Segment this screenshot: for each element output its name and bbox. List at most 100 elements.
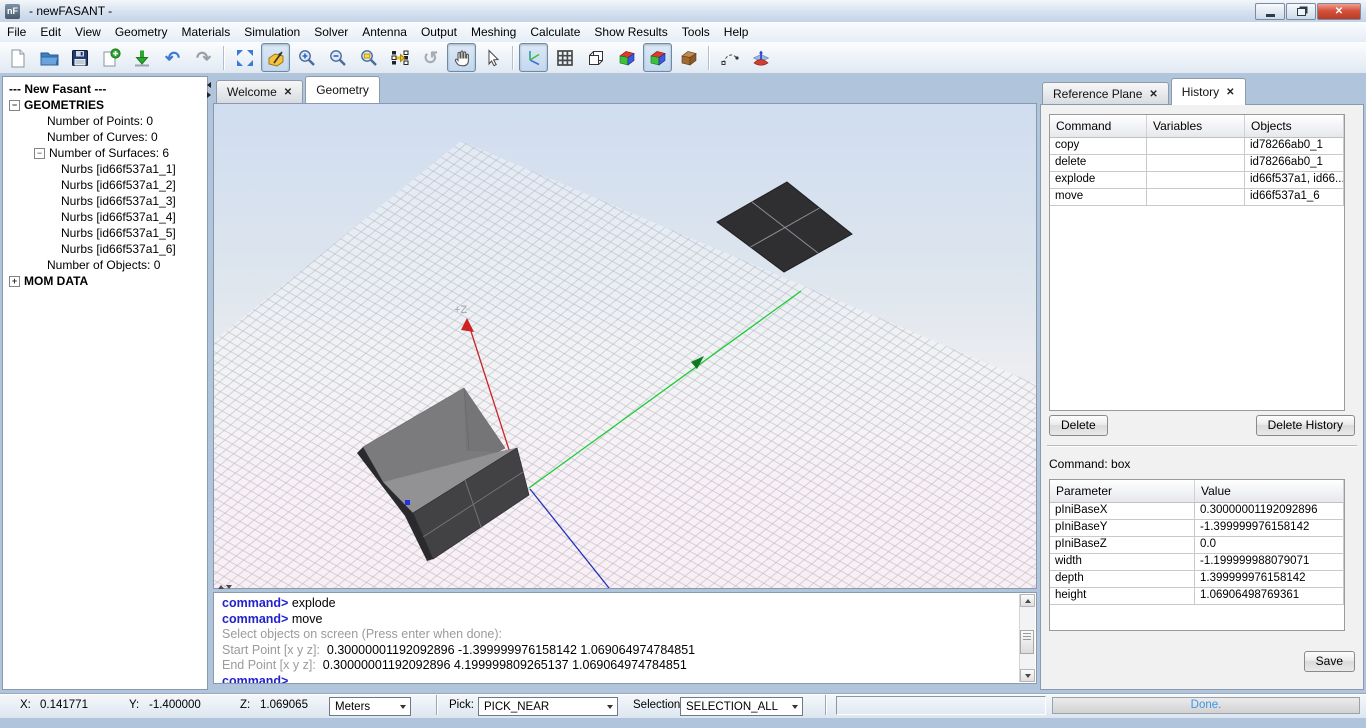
console-prompt-line[interactable]: command> (222, 674, 1016, 685)
tree-nurbs-6[interactable]: Nurbs [id66f537a1_6] (3, 241, 207, 257)
history-row-delete[interactable]: deleteid78266ab0_1 (1050, 155, 1344, 172)
grid-button[interactable] (550, 43, 579, 72)
redo-button[interactable]: ↷ (189, 43, 218, 72)
expand-icon[interactable]: + (9, 276, 20, 287)
menu-calculate[interactable]: Calculate (523, 23, 587, 41)
tree-nurbs-3[interactable]: Nurbs [id66f537a1_3] (3, 193, 207, 209)
open-button[interactable] (34, 43, 63, 72)
history-table-header[interactable]: Command Variables Objects (1050, 115, 1344, 138)
menu-antenna[interactable]: Antenna (355, 23, 414, 41)
new-file-button[interactable] (3, 43, 32, 72)
history-row-copy[interactable]: copyid78266ab0_1 (1050, 138, 1344, 155)
tree-number-of-points[interactable]: Number of Points: 0 (3, 113, 207, 129)
menu-solver[interactable]: Solver (307, 23, 355, 41)
menu-geometry[interactable]: Geometry (108, 23, 175, 41)
zoom-window-button[interactable] (354, 43, 383, 72)
collapse-icon[interactable]: − (34, 148, 45, 159)
tree-nurbs-5[interactable]: Nurbs [id66f537a1_5] (3, 225, 207, 241)
splitter-handle[interactable] (218, 585, 232, 589)
fit-view-button[interactable] (230, 43, 259, 72)
fit-view-icon (235, 48, 255, 68)
parameter-table[interactable]: Parameter Value pIniBaseX0.3000000119209… (1049, 479, 1345, 631)
zoom-in-icon (297, 48, 317, 68)
close-tab-icon[interactable]: ✕ (1149, 89, 1157, 100)
status-separator (825, 695, 827, 715)
undo-button[interactable]: ↶ (158, 43, 187, 72)
history-table[interactable]: Command Variables Objects boxid66f537a1 … (1049, 114, 1345, 411)
z-coordinate-value: 1.069065 (260, 699, 308, 711)
tree-mom-data[interactable]: +MOM DATA (3, 273, 207, 289)
tree-geometries[interactable]: −GEOMETRIES (3, 97, 207, 113)
menu-meshing[interactable]: Meshing (464, 23, 523, 41)
orbit-view-button[interactable] (261, 43, 290, 72)
tree-number-of-surfaces[interactable]: −Number of Surfaces: 6 (3, 145, 207, 161)
zoom-in-button[interactable] (292, 43, 321, 72)
close-button[interactable]: ✕ (1317, 3, 1361, 20)
history-row-move[interactable]: moveid66f537a1_6 (1050, 189, 1344, 206)
tab-history[interactable]: History✕ (1171, 78, 1246, 105)
tree-nurbs-2[interactable]: Nurbs [id66f537a1_2] (3, 177, 207, 193)
menu-materials[interactable]: Materials (175, 23, 238, 41)
param-row-height[interactable]: height1.06906498769361 (1050, 588, 1344, 605)
zoom-selected-icon (390, 48, 410, 68)
selection-dropdown[interactable]: SELECTION_ALL (680, 697, 803, 716)
pan-button[interactable] (447, 43, 476, 72)
import-button[interactable] (127, 43, 156, 72)
minimize-button[interactable] (1255, 3, 1285, 20)
param-row-width[interactable]: width-1.199999988079071 (1050, 554, 1344, 571)
scroll-down-button[interactable] (1020, 669, 1035, 682)
zoom-out-button[interactable] (323, 43, 352, 72)
history-row-explode[interactable]: explodeid66f537a1, id66... (1050, 172, 1344, 189)
menu-tools[interactable]: Tools (675, 23, 717, 41)
restore-button[interactable] (1286, 3, 1316, 20)
curve-tool-button[interactable] (715, 43, 744, 72)
tab-welcome[interactable]: Welcome✕ (216, 80, 303, 103)
menu-file[interactable]: File (0, 23, 33, 41)
surface-normals-button[interactable] (746, 43, 775, 72)
menu-view[interactable]: View (68, 23, 108, 41)
select-button[interactable] (478, 43, 507, 72)
reference-grid-plane (214, 141, 1036, 588)
param-row-depth[interactable]: depth1.399999976158142 (1050, 571, 1344, 588)
menu-show-results[interactable]: Show Results (587, 23, 674, 41)
save-button[interactable] (65, 43, 94, 72)
tree-nurbs-1[interactable]: Nurbs [id66f537a1_1] (3, 161, 207, 177)
delete-button[interactable]: Delete (1049, 415, 1108, 436)
pick-dropdown[interactable]: PICK_NEAR (478, 697, 618, 716)
param-row-pinibasex[interactable]: pIniBaseX0.30000001192092896 (1050, 503, 1344, 520)
zoom-selected-button[interactable] (385, 43, 414, 72)
add-page-button[interactable] (96, 43, 125, 72)
textured-view-button[interactable] (674, 43, 703, 72)
geometry-viewport[interactable]: +Z (213, 103, 1037, 589)
console-line: command> move (222, 612, 1016, 628)
menu-edit[interactable]: Edit (33, 23, 68, 41)
rotate-view-button[interactable]: ↺ (416, 43, 445, 72)
units-dropdown[interactable]: Meters (329, 697, 411, 716)
tree-root: --- New Fasant --- (3, 81, 207, 97)
param-row-pinibasez[interactable]: pIniBaseZ0.0 (1050, 537, 1344, 554)
delete-history-button[interactable]: Delete History (1256, 415, 1355, 436)
save-button[interactable]: Save (1304, 651, 1355, 672)
menu-help[interactable]: Help (717, 23, 756, 41)
param-row-pinibasey[interactable]: pIniBaseY-1.399999976158142 (1050, 520, 1344, 537)
tree-nurbs-4[interactable]: Nurbs [id66f537a1_4] (3, 209, 207, 225)
menu-output[interactable]: Output (414, 23, 464, 41)
scrollbar-thumb[interactable] (1020, 630, 1034, 654)
close-tab-icon[interactable]: ✕ (284, 87, 292, 98)
tree-number-of-objects[interactable]: Number of Objects: 0 (3, 257, 207, 273)
wireframe-view-button[interactable] (581, 43, 610, 72)
axes-button[interactable] (519, 43, 548, 72)
tab-geometry[interactable]: Geometry (305, 76, 380, 103)
console-scrollbar[interactable] (1019, 594, 1035, 682)
collapse-icon[interactable]: − (9, 100, 20, 111)
new-file-icon (8, 48, 28, 68)
menu-simulation[interactable]: Simulation (237, 23, 307, 41)
parameter-table-header[interactable]: Parameter Value (1050, 480, 1344, 503)
tree-number-of-curves[interactable]: Number of Curves: 0 (3, 129, 207, 145)
command-console[interactable]: command> explode command> move Select ob… (213, 592, 1037, 684)
scroll-up-button[interactable] (1020, 594, 1035, 607)
shaded-view-button[interactable] (612, 43, 641, 72)
close-tab-icon[interactable]: ✕ (1226, 87, 1234, 98)
solid-view-button[interactable] (643, 43, 672, 72)
tab-reference-plane[interactable]: Reference Plane✕ (1042, 82, 1169, 105)
